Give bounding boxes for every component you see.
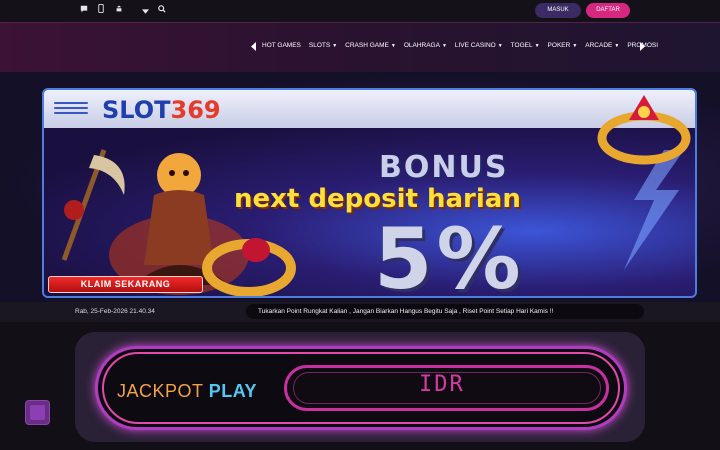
chevron-down-icon: ▼: [441, 42, 447, 49]
floating-widget-button[interactable]: [25, 400, 50, 425]
menu-icon: [54, 102, 88, 116]
nav-item-hot-games[interactable]: HOT GAMES: [262, 42, 301, 49]
login-button[interactable]: MASUK: [535, 3, 581, 18]
mobile-icon[interactable]: [98, 4, 104, 16]
gold-ring-illustration: [202, 238, 296, 296]
nav-item-poker[interactable]: POKER ▼: [548, 42, 578, 49]
nav-items: HOT GAMES SLOTS ▼ CRASH GAME ▼ OLAHRAGA ▼ L…: [262, 42, 658, 49]
nav-prev-icon[interactable]: [251, 42, 257, 53]
jackpot-label: JACKPOT PLAY: [117, 381, 258, 401]
android-icon[interactable]: [115, 4, 123, 16]
widget-icon: [30, 405, 45, 420]
chat-icon[interactable]: [80, 4, 88, 16]
scythe-illustration: [61, 149, 125, 261]
nav-item-arcade[interactable]: ARCADE ▼: [585, 42, 619, 49]
main-nav: HOT GAMES SLOTS ▼ CRASH GAME ▼ OLAHRAGA ▼ L…: [0, 22, 720, 72]
announcement-text: Tukarkan Point Rungkat Kalian , Jangan B…: [258, 308, 554, 315]
site-logo: SLOT369: [102, 96, 221, 124]
chevron-down-icon: ▼: [614, 42, 620, 49]
promo-banner[interactable]: SLOT369 BONUS next deposit harian 5% KLA…: [0, 72, 720, 302]
nav-item-crash-game[interactable]: CRASH GAME ▼: [345, 42, 396, 49]
nav-next-icon[interactable]: [639, 42, 645, 53]
bonus-percent: 5%: [374, 210, 525, 298]
jackpot-currency: IDR: [419, 372, 465, 397]
chevron-down-icon: ▼: [572, 42, 578, 49]
chevron-down-icon: ▼: [497, 42, 503, 49]
chevron-down-icon: ▼: [534, 42, 540, 49]
gold-crown-illustration: [597, 95, 691, 165]
bonus-title: BONUS: [379, 150, 509, 185]
current-datetime: Rab, 25-Feb-2026 21.40.34: [75, 308, 155, 315]
banner-card: SLOT369 BONUS next deposit harian 5%: [42, 88, 697, 298]
chevron-down-icon: ▼: [390, 42, 396, 49]
nav-item-togel[interactable]: TOGEL ▼: [511, 42, 540, 49]
register-button[interactable]: DAFTAR: [586, 3, 630, 18]
nav-item-slots[interactable]: SLOTS ▼: [309, 42, 337, 49]
dropdown-icon[interactable]: [142, 5, 149, 17]
nav-item-olahraga[interactable]: OLAHRAGA ▼: [404, 42, 447, 49]
nav-item-live-casino[interactable]: LIVE CASINO ▼: [455, 42, 503, 49]
chevron-down-icon: ▼: [332, 42, 338, 49]
top-bar: MASUK DAFTAR: [0, 0, 720, 22]
announcement-marquee: Tukarkan Point Rungkat Kalian , Jangan B…: [246, 304, 644, 319]
claim-now-button[interactable]: KLAIM SEKARANG: [48, 276, 203, 293]
search-icon[interactable]: [158, 4, 166, 16]
